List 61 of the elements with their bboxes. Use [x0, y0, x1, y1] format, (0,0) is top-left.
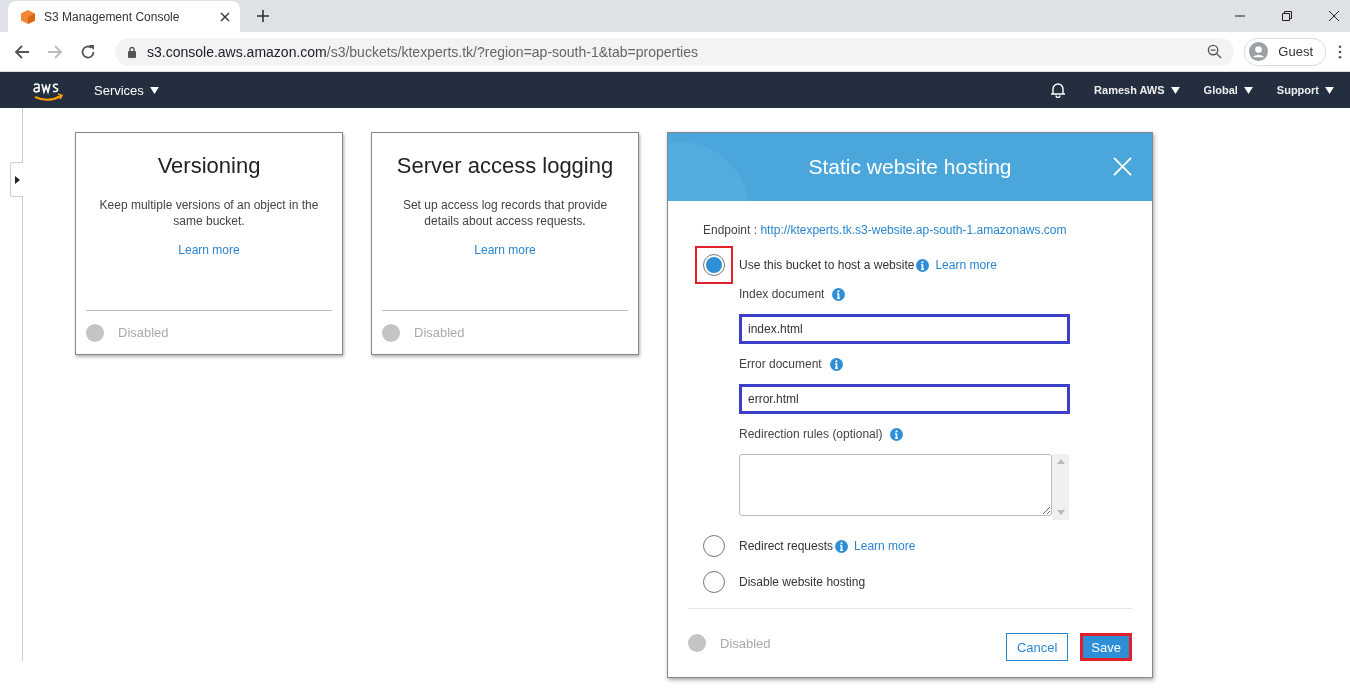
nav-menu[interactable]: Support [1276, 84, 1334, 96]
property-card[interactable]: Versioning Keep multiple versions of an object in the same bucket. Learn more Disabled [75, 132, 343, 355]
cube-icon [20, 8, 36, 25]
endpoint-link[interactable]: http://ktexperts.tk.s3-website.ap-south-1.amazonaws.com [760, 223, 1067, 237]
text-area[interactable] [739, 454, 1052, 516]
url-text: s3.console.aws.amazon.com/s3/buckets/ktexperts.tk/?region=ap-south-1&tab=properties [147, 43, 699, 60]
radio-button[interactable] [695, 246, 733, 284]
learn-more-link[interactable]: Learn more [178, 243, 240, 257]
tab-title: S3 Management Console [44, 9, 181, 24]
modal-title: Static website hosting [808, 155, 1012, 179]
status-text: Disabled [414, 325, 465, 340]
card-description: Keep multiple versions of an object in the same bucket. [98, 197, 320, 229]
reload-icon[interactable] [80, 43, 96, 60]
info-icon[interactable] [916, 258, 930, 272]
close-icon[interactable] [1328, 10, 1340, 22]
input-field[interactable]: error.html [739, 384, 1070, 414]
learn-more-link[interactable]: Learn more [474, 243, 536, 257]
back-arrow-icon[interactable] [14, 43, 30, 60]
caret-icon [1170, 86, 1180, 94]
address-field[interactable]: s3.console.aws.amazon.com/s3/buckets/ktexperts.tk/?region=ap-south-1&tab=properties [115, 37, 1235, 66]
card-title: Server access logging [396, 153, 614, 179]
info-icon[interactable] [890, 427, 904, 441]
caret-icon [14, 175, 20, 184]
nav-menu[interactable]: Global [1203, 84, 1253, 96]
browser-tab[interactable]: S3 Management Console [8, 1, 240, 32]
status-text: Disabled [118, 325, 169, 340]
option-label: Disable website hosting [739, 575, 866, 589]
card-title: Versioning [157, 153, 261, 179]
caret-icon [1325, 86, 1334, 94]
info-icon[interactable] [832, 287, 846, 301]
info-icon[interactable] [835, 539, 849, 553]
option-label: Use this bucket to host a website [739, 258, 915, 272]
info-icon[interactable] [829, 357, 843, 371]
property-card[interactable]: Server access logging Set up access log records that provide details about access requests. Learn more Disabled [371, 132, 639, 355]
status-text: Disabled [720, 635, 771, 651]
lock-icon [127, 45, 137, 58]
option-label: Redirect requests [739, 539, 834, 553]
profile-button[interactable]: Guest [1244, 37, 1326, 66]
cancel-button[interactable]: Cancel [1005, 633, 1069, 661]
endpoint-label: Endpoint : [703, 223, 758, 237]
card-description: Set up access log records that provide details about access requests. [401, 197, 609, 229]
learn-more-link[interactable]: Learn more [854, 539, 916, 553]
input-field[interactable]: index.html [739, 314, 1070, 344]
more-icon[interactable] [1338, 44, 1342, 59]
caret-icon [1243, 86, 1253, 94]
nav-menu[interactable]: Ramesh AWS [1094, 84, 1180, 96]
forward-arrow-icon[interactable] [47, 43, 63, 60]
zoom-out-icon[interactable] [1207, 44, 1223, 59]
services-menu[interactable]: Services [94, 82, 159, 98]
field-label: Redirection rules (optional) [739, 427, 883, 441]
bell-icon[interactable] [1050, 82, 1067, 98]
caret-icon [149, 86, 159, 94]
avatar-icon [1249, 42, 1269, 61]
sidebar-toggle[interactable] [10, 162, 23, 197]
learn-more-link[interactable]: Learn more [935, 258, 997, 272]
save-button[interactable]: Save [1080, 633, 1132, 661]
field-label: Error document [739, 357, 822, 371]
restore-icon[interactable] [1281, 10, 1293, 22]
field-label: Index document [739, 287, 825, 301]
close-icon[interactable] [220, 11, 230, 22]
plus-icon[interactable] [256, 9, 270, 23]
